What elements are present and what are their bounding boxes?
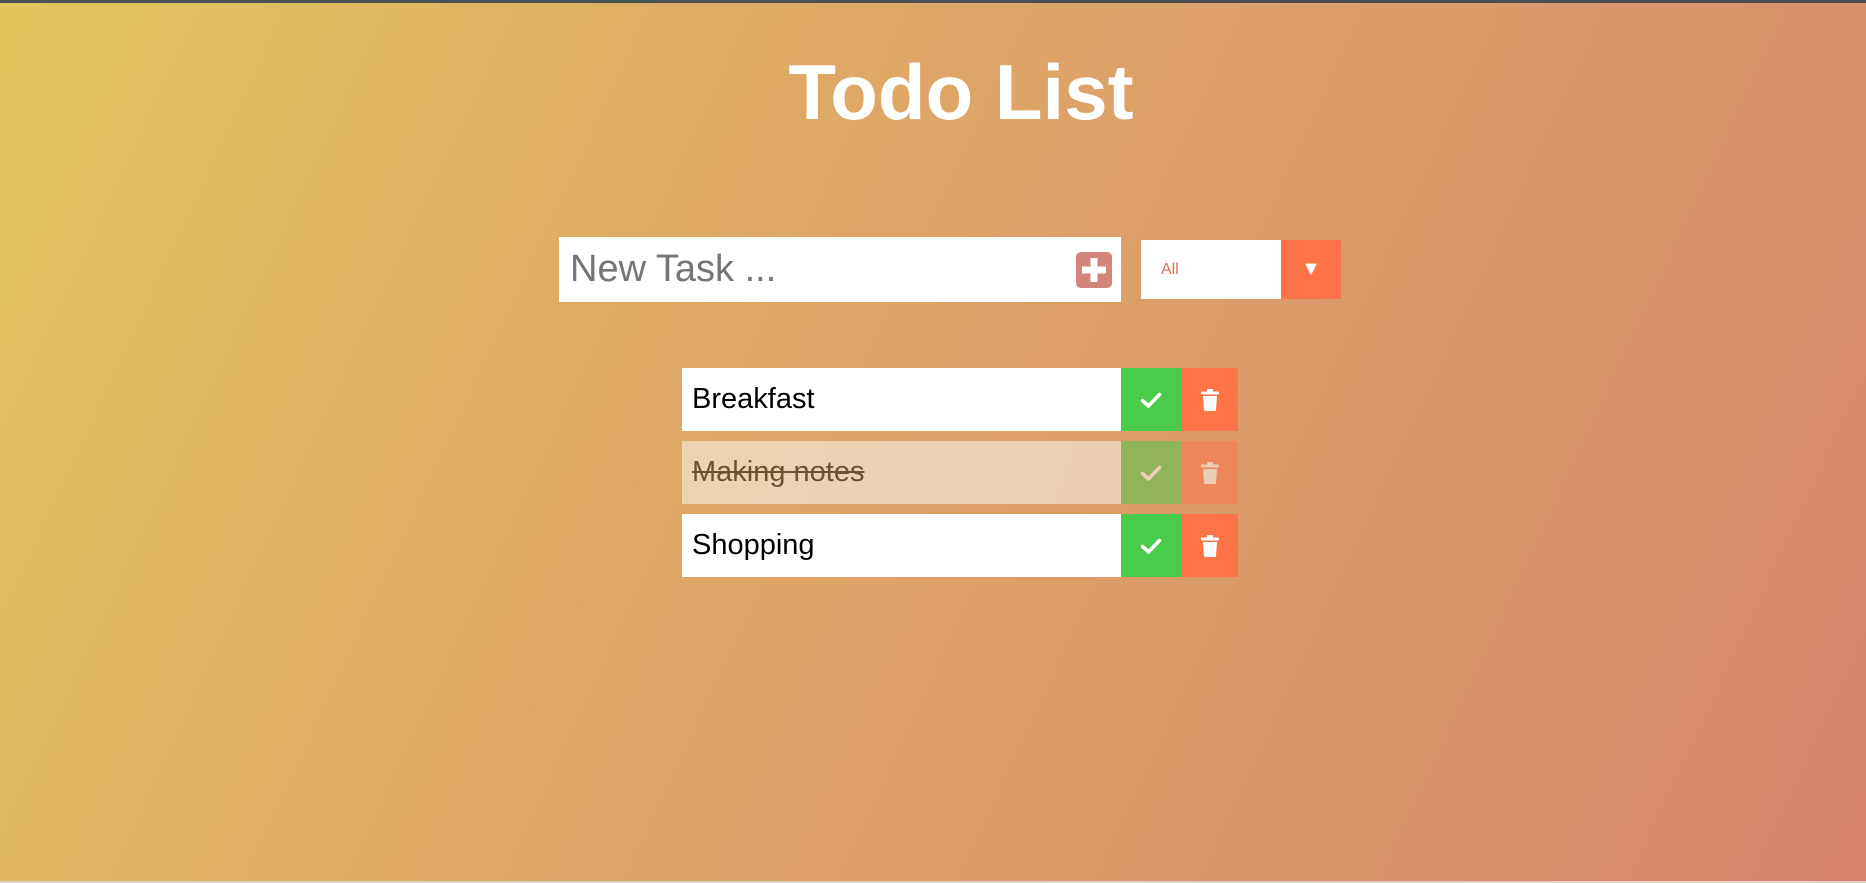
filter-selected-value: All	[1161, 261, 1179, 278]
trash-button[interactable]	[1181, 514, 1238, 577]
trash-icon	[1200, 534, 1219, 557]
new-task-form	[559, 237, 1121, 302]
complete-button[interactable]	[1121, 368, 1181, 431]
trash-button[interactable]	[1181, 441, 1238, 504]
trash-icon	[1200, 388, 1219, 411]
chevron-down-icon[interactable]: ▼	[1281, 240, 1341, 299]
page-title: Todo List	[788, 48, 1134, 136]
todo-item-text: Breakfast	[692, 383, 815, 415]
new-task-input[interactable]	[559, 237, 1059, 302]
complete-button[interactable]	[1121, 441, 1181, 504]
app-background: Todo List All ▼ Breakfast	[0, 3, 1866, 881]
trash-button[interactable]	[1181, 368, 1238, 431]
trash-icon	[1200, 461, 1219, 484]
todo-item: Making notes	[682, 441, 1238, 504]
todo-item-text: Making notes	[692, 456, 865, 488]
check-icon	[1140, 465, 1162, 481]
filter-select[interactable]: All ▼	[1141, 240, 1341, 299]
plus-icon	[1082, 258, 1106, 282]
complete-button[interactable]	[1121, 514, 1181, 577]
check-icon	[1140, 392, 1162, 408]
add-task-button[interactable]	[1076, 252, 1112, 288]
todo-item: Breakfast	[682, 368, 1238, 431]
todo-item-text: Shopping	[692, 529, 815, 561]
todo-item: Shopping	[682, 514, 1238, 577]
todo-list: Breakfast Making notes Shopping	[682, 368, 1238, 587]
check-icon	[1140, 538, 1162, 554]
